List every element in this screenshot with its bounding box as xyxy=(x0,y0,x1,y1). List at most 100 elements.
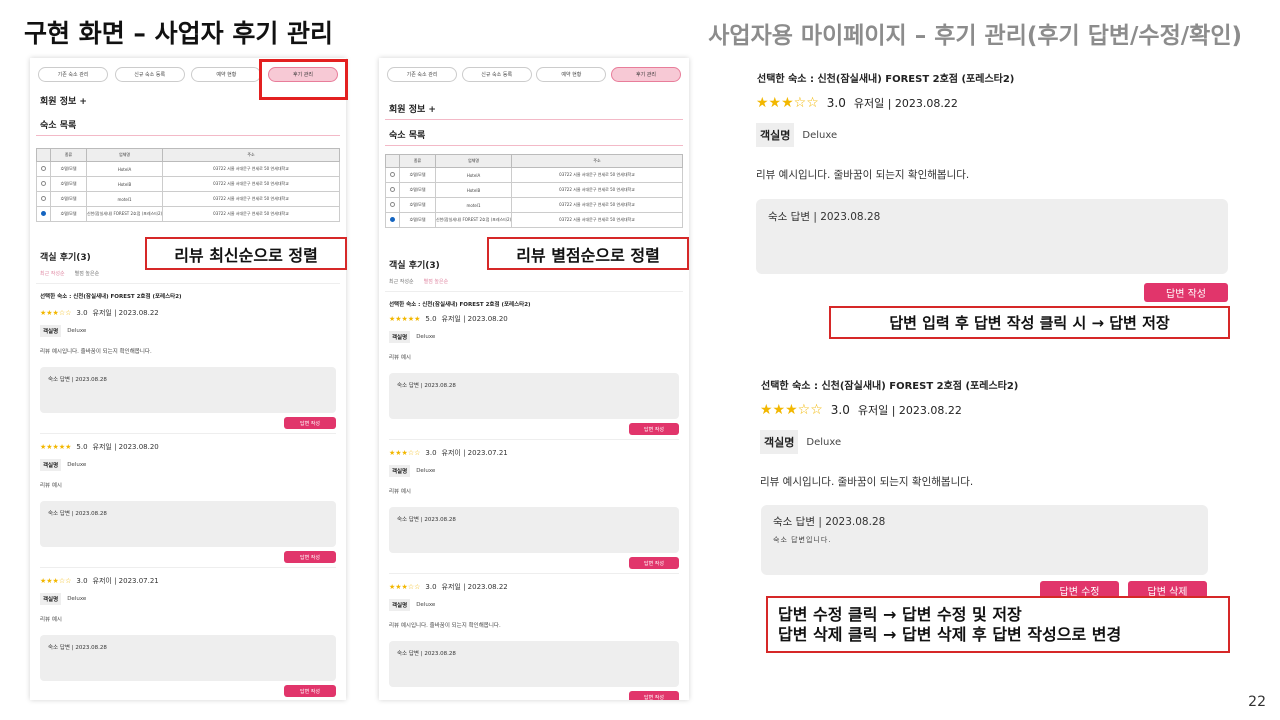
sort-latest-option[interactable]: 최근 작성순 xyxy=(389,278,414,285)
review-item: ★★★☆☆ 3.0 유저일 | 2023.08.22 객실명 Deluxe 리뷰 예시… xyxy=(389,582,679,700)
row-address: 03722 서울 서대문구 연세로 50 연세대학교 xyxy=(511,182,683,198)
callout-edit-line: 답변 수정 클릭 → 답변 수정 및 저장 xyxy=(778,605,1022,625)
table-row[interactable]: 호텔/모텔 HotelA 03722 서울 서대문구 연세로 50 연세대학교 xyxy=(385,167,683,183)
radio-button[interactable] xyxy=(41,181,46,186)
page-number: 22 xyxy=(1248,694,1266,710)
write-answer-button[interactable]: 답변 작성 xyxy=(284,685,336,697)
review-divider xyxy=(389,439,679,440)
review-score: 3.0 xyxy=(425,583,437,591)
room-name: Deluxe xyxy=(67,328,87,334)
row-name: motel1 xyxy=(85,191,164,207)
review-item: ★★★☆☆ 3.0 유저이 | 2023.07.21 객실명 Deluxe 리뷰 예시… xyxy=(389,448,679,569)
section-divider xyxy=(385,119,683,120)
edit-answer-button[interactable]: 답변 수정 xyxy=(1040,581,1119,596)
column-header-address: 주소 xyxy=(162,148,340,162)
star-rating: ★★★★★ xyxy=(389,315,421,323)
table-row[interactable]: 호텔/모텔 HotelB 03722 서울 서대문구 연세로 50 연세대학교 xyxy=(385,182,683,198)
row-type: 호텔/모텔 xyxy=(399,182,436,198)
selected-accommodation: 선택한 숙소 : 신천(잠실새내) FOREST 2호점 (포레스타2) xyxy=(40,294,182,300)
answer-textarea[interactable]: 숙소 답변 | 2023.08.28 xyxy=(389,373,679,419)
answer-header: 숙소 답변 | 2023.08.28 xyxy=(397,383,456,389)
review-text: 리뷰 예시입니다. 줄바꿈이 되는지 확인해봅니다. xyxy=(760,476,974,488)
sort-rating-option[interactable]: 별점 높은순 xyxy=(424,278,449,285)
table-row[interactable]: 호텔/모텔 신천(잠실새내) FOREST 2호점 (포레스타2) 03722 서울… xyxy=(385,212,683,228)
review-score: 3.0 xyxy=(76,309,88,317)
write-answer-button[interactable]: 답변 작성 xyxy=(284,551,336,563)
room-name: Deluxe xyxy=(416,334,436,340)
review-header: ★★★☆☆ 3.0 유저일 | 2023.08.22 xyxy=(756,95,1238,111)
radio-button[interactable] xyxy=(41,196,46,201)
write-answer-button[interactable]: 답변 작성 xyxy=(284,417,336,429)
answer-textarea[interactable]: 숙소 답변 | 2023.08.28 xyxy=(40,501,336,547)
column-header-type: 종류 xyxy=(50,148,87,162)
room-label: 객실명 xyxy=(40,593,62,605)
review-header: ★★★☆☆ 3.0 유저일 | 2023.08.22 xyxy=(760,402,1228,418)
accommodation-table: 종류 업체명 주소 호텔/모텔 HotelA 03722 서울 서대문구 연세로 5… xyxy=(385,154,683,228)
review-score: 3.0 xyxy=(425,449,437,457)
radio-button-selected[interactable] xyxy=(41,211,46,216)
radio-column-header xyxy=(385,154,400,168)
review-divider xyxy=(389,573,679,574)
table-row[interactable]: 호텔/모텔 HotelB 03722 서울 서대문구 연세로 50 연세대학교 xyxy=(36,176,340,192)
row-name: HotelA xyxy=(434,167,513,183)
radio-button[interactable] xyxy=(390,202,395,207)
sort-latest-option[interactable]: 최근 작성순 xyxy=(40,270,65,277)
radio-button[interactable] xyxy=(390,172,395,177)
write-answer-button[interactable]: 답변 작성 xyxy=(629,691,679,700)
write-answer-button[interactable]: 답변 작성 xyxy=(629,423,679,435)
table-row[interactable]: 호텔/모텔 motel1 03722 서울 서대문구 연세로 50 연세대학교 xyxy=(36,191,340,207)
sort-rating-option[interactable]: 별점 높은순 xyxy=(75,270,100,277)
row-address: 03722 서울 서대문구 연세로 50 연세대학교 xyxy=(162,161,340,177)
answer-textarea[interactable]: 숙소 답변 | 2023.08.28 xyxy=(40,367,336,413)
answer-header: 숙소 답변 | 2023.08.28 xyxy=(48,645,107,651)
tab-reservations[interactable]: 예약 현황 xyxy=(536,67,607,82)
sort-options: 최근 작성순 별점 높은순 xyxy=(389,278,689,285)
row-name: HotelA xyxy=(85,161,164,177)
room-label: 객실명 xyxy=(389,465,411,477)
review-item: ★★★☆☆ 3.0 유저이 | 2023.07.21 객실명 Deluxe 리뷰 예시… xyxy=(40,576,336,697)
selected-accommodation: 선택한 숙소 : 신천(잠실새내) FOREST 2호점 (포레스타2) xyxy=(389,302,531,308)
callout-rating-sort: 리뷰 별점순으로 정렬 xyxy=(487,237,689,270)
delete-answer-button[interactable]: 답변 삭제 xyxy=(1128,581,1207,596)
row-type: 호텔/모텔 xyxy=(50,206,87,222)
row-name: 신천(잠실새내) FOREST 2호점 (포레스타2) xyxy=(85,206,164,222)
row-type: 호텔/모텔 xyxy=(399,167,436,183)
answer-textarea[interactable]: 숙소 답변 | 2023.08.28 xyxy=(389,641,679,687)
answer-textarea[interactable]: 숙소 답변 | 2023.08.28 xyxy=(40,635,336,681)
slide: 구현 화면 – 사업자 후기 관리 사업자용 마이페이지 – 후기 관리(후기 … xyxy=(0,0,1280,720)
answer-header: 숙소 답변 | 2023.08.28 xyxy=(397,651,456,657)
room-label: 객실명 xyxy=(756,123,795,147)
tab-reservations[interactable]: 예약 현황 xyxy=(191,67,262,82)
row-address: 03722 서울 서대문구 연세로 50 연세대학교 xyxy=(162,206,340,222)
tab-existing-accommodation[interactable]: 기존 숙소 관리 xyxy=(38,67,108,82)
answer-textarea[interactable]: 숙소 답변 | 2023.08.28 xyxy=(756,199,1228,274)
callout-edit-delete: 답변 수정 클릭 → 답변 수정 및 저장 답변 삭제 클릭 → 답변 삭제 후… xyxy=(766,596,1230,653)
nav-tabs: 기존 숙소 관리 신규 숙소 등록 예약 현황 후기 관리 xyxy=(387,67,681,82)
write-answer-button[interactable]: 답변 작성 xyxy=(629,557,679,569)
tab-new-accommodation[interactable]: 신규 숙소 등록 xyxy=(114,67,185,82)
row-type: 호텔/모텔 xyxy=(50,176,87,192)
mypage-screenshot-latest: 기존 숙소 관리 신규 숙소 등록 예약 현황 후기 관리 회원 정보 + 숙소… xyxy=(30,58,346,700)
tab-review-management[interactable]: 후기 관리 xyxy=(610,67,681,82)
section-divider xyxy=(385,145,683,146)
member-info-title[interactable]: 회원 정보 + xyxy=(389,102,689,115)
answer-textarea[interactable]: 숙소 답변 | 2023.08.28 xyxy=(389,507,679,553)
radio-button[interactable] xyxy=(390,187,395,192)
table-row[interactable]: 호텔/모텔 HotelA 03722 서울 서대문구 연세로 50 연세대학교 xyxy=(36,161,340,177)
room-label: 객실명 xyxy=(40,325,62,337)
write-answer-button[interactable]: 답변 작성 xyxy=(1144,283,1228,302)
column-header-type: 종류 xyxy=(399,154,436,168)
table-row[interactable]: 호텔/모텔 신천(잠실새내) FOREST 2호점 (포레스타2) 03722 서울… xyxy=(36,206,340,222)
row-address: 03722 서울 서대문구 연세로 50 연세대학교 xyxy=(162,191,340,207)
row-type: 호텔/모텔 xyxy=(399,197,436,213)
answer-textarea[interactable]: 숙소 답변 | 2023.08.28 숙소 답변입니다. xyxy=(761,505,1208,575)
radio-button[interactable] xyxy=(41,166,46,171)
review-item: ★★★★★ 5.0 유저일 | 2023.08.20 객실명 Deluxe 리뷰 예시… xyxy=(389,314,679,435)
column-header-address: 주소 xyxy=(511,154,683,168)
tab-new-accommodation[interactable]: 신규 숙소 등록 xyxy=(461,67,532,82)
radio-column-header xyxy=(36,148,51,162)
table-row[interactable]: 호텔/모텔 motel1 03722 서울 서대문구 연세로 50 연세대학교 xyxy=(385,197,683,213)
radio-button-selected[interactable] xyxy=(390,217,395,222)
slide-title: 구현 화면 – 사업자 후기 관리 xyxy=(24,19,334,48)
tab-existing-accommodation[interactable]: 기존 숙소 관리 xyxy=(387,67,457,82)
